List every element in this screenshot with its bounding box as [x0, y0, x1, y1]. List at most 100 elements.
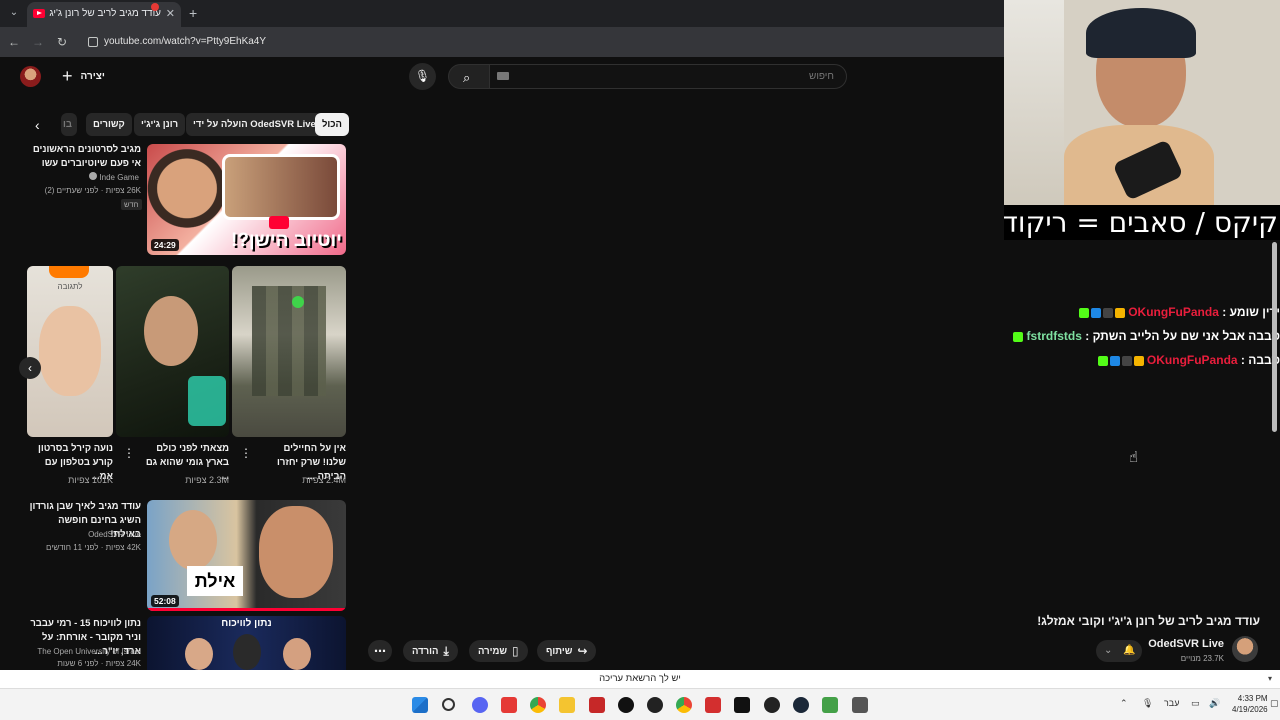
account-avatar[interactable] [20, 66, 41, 87]
youtube-logo-icon [269, 216, 289, 229]
back-arrow-icon[interactable]: ← [6, 34, 22, 50]
related-video-channel[interactable]: Inde Game [25, 171, 139, 184]
search-icon: ⌕ [463, 70, 471, 85]
save-label: שמירה [478, 645, 508, 657]
url-text[interactable]: youtube.com/watch?v=Ptty9EhKa4Y [104, 36, 266, 47]
taskbar-clock[interactable]: 4:33 PM 4/19/2026 [1232, 693, 1268, 715]
chrome-profile-icon[interactable] [676, 697, 692, 713]
short-menu-kebab-icon[interactable]: ⋮ [240, 446, 252, 460]
short-face [39, 306, 101, 396]
plus-icon: + [62, 66, 73, 86]
share-button[interactable]: ↪ שיתוף [537, 640, 597, 662]
related-video-meta: 24K צפיות · לפני 6 שעות [57, 659, 141, 668]
close-tab-icon[interactable]: ✕ [166, 7, 175, 20]
search-input[interactable] [489, 64, 847, 89]
browser-tab-strip: ⌄ עודד מגיב לריב של רונן ג'יג'י וקובי ✕ … [0, 0, 1004, 27]
app-red-icon[interactable] [501, 697, 517, 713]
related-video-title[interactable]: מגיב לסרטונים הראשונים אי פעם שיוטיוברים… [25, 143, 141, 171]
discord-icon[interactable] [472, 697, 488, 713]
related-video-thumbnail[interactable]: נתון לוויכוח [147, 616, 346, 670]
short-overlay-label: לתגובה [57, 282, 83, 291]
short-thumbnail-1[interactable] [232, 266, 346, 437]
tag-badge-icon [1121, 355, 1132, 366]
app-green-icon[interactable] [822, 697, 838, 713]
tray-chevron-up-icon[interactable]: ⌃ [1120, 698, 1128, 709]
related-video-thumbnail[interactable]: אילת 52:08 [147, 500, 346, 611]
channel-name[interactable]: Inde Game [99, 173, 139, 182]
microphone-icon[interactable]: 🎙 [1142, 698, 1153, 709]
video-duration: 52:08 [151, 595, 179, 607]
keyboard-icon[interactable] [497, 72, 509, 80]
kick-badge-icon [1013, 331, 1024, 342]
chat-separator: : [1081, 329, 1090, 343]
chrome-icon[interactable] [530, 697, 546, 713]
channel-name[interactable]: OdedSVR Live [1148, 638, 1224, 650]
address-bar[interactable]: youtube.com/watch?v=Ptty9EhKa4Y [80, 31, 1000, 53]
chips-prev-chevron-icon[interactable]: ‹ [35, 117, 40, 133]
channel-avatar[interactable] [1232, 636, 1258, 662]
chip-partial[interactable]: בו [61, 113, 77, 136]
short-menu-kebab-icon[interactable]: ⋮ [123, 446, 135, 460]
chat-username: fstrdfstds [1026, 329, 1082, 343]
volume-icon[interactable]: 🔊 [1209, 698, 1220, 709]
webcam-wall [1004, 0, 1064, 205]
short-thumbnail-2[interactable] [116, 266, 229, 437]
scroll-down-arrow-icon[interactable]: ▾ [1268, 674, 1272, 683]
thumbnail-text: אילת [187, 566, 243, 596]
app-dark-red-icon[interactable] [589, 697, 605, 713]
save-button[interactable]: ▯ שמירה [469, 640, 528, 662]
subscriber-count: 23.7K מנויים [1180, 654, 1224, 663]
notifications-icon[interactable]: ▢ [1270, 698, 1279, 709]
create-button[interactable]: יצירה + [62, 66, 105, 86]
obs-icon[interactable] [647, 697, 663, 713]
notification-bell-button[interactable]: ⌄ 🔔 [1096, 640, 1142, 662]
app-a-icon[interactable] [705, 697, 721, 713]
clock-date: 4/19/2026 [1232, 705, 1268, 714]
download-button[interactable]: ⤓ הורדה [403, 640, 458, 662]
related-video-meta: 26K צפיות · לפני שעתיים (2) [44, 186, 141, 195]
crown-badge-icon [1133, 355, 1144, 366]
windows-start-icon[interactable] [412, 697, 428, 713]
video-player-area[interactable] [360, 100, 1004, 630]
short-views: 2.3M צפיות [185, 475, 229, 485]
new-tab-plus-icon[interactable]: + [189, 5, 197, 21]
network-icon[interactable]: ▭ [1191, 698, 1200, 709]
search-icon[interactable] [442, 698, 455, 711]
bell-icon: 🔔 [1123, 645, 1136, 656]
app-capcut-icon[interactable] [734, 697, 750, 713]
search-button[interactable]: ⌕ [448, 64, 490, 89]
related-video-channel[interactable]: OdedSVR Live [25, 528, 141, 541]
forward-arrow-icon[interactable]: → [30, 34, 46, 50]
short-views: 2.4M צפיות [302, 475, 346, 485]
thumbnail-face [169, 510, 217, 570]
app-monitor-icon[interactable] [852, 697, 868, 713]
youtube-favicon-icon [33, 9, 45, 18]
crown-badge-icon [1114, 307, 1125, 318]
thumbnail-face [233, 634, 261, 670]
app-g-icon[interactable] [618, 697, 634, 713]
short-thumbnail-3[interactable]: לתגובה [27, 266, 113, 437]
file-explorer-icon[interactable] [559, 697, 575, 713]
reload-icon[interactable]: ↻ [54, 34, 70, 50]
browser-toolbar: ← → ↻ youtube.com/watch?v=Ptty9EhKa4Y [0, 27, 1004, 57]
chat-separator: : [1237, 353, 1245, 367]
site-info-icon[interactable] [88, 37, 98, 47]
shorts-prev-chevron-icon[interactable]: ‹ [19, 357, 41, 379]
voice-search-mic-icon[interactable]: 🎙 [409, 63, 436, 90]
thumbnail-text: נתון לוויכוח [221, 618, 272, 629]
chip-all[interactable]: הכול [315, 113, 349, 136]
related-video-thumbnail[interactable]: יוטיוב הישן?! 24:29 [147, 144, 346, 255]
stream-chat: ירין שומע : OKungFuPanda סבבה אבל אני שם… [1010, 302, 1280, 374]
chip-related[interactable]: קשורים [86, 113, 132, 136]
steam-icon[interactable] [793, 697, 809, 713]
chip-ronen-gigi[interactable]: רונן ג'יג'י [134, 113, 186, 136]
webcam-cap [1086, 8, 1196, 58]
more-actions-button[interactable]: ⋯ [368, 640, 392, 662]
tag-badge-icon [1102, 307, 1113, 318]
chip-uploaded-by[interactable]: הועלה על ידי OdedSVR Live [186, 113, 323, 136]
tab-search-chevron-icon[interactable]: ⌄ [6, 5, 22, 21]
browser-tab[interactable]: עודד מגיב לריב של רונן ג'יג'י וקובי ✕ [27, 2, 181, 27]
input-language[interactable]: עבר [1164, 698, 1179, 708]
page-scrollbar-thumb[interactable] [1272, 242, 1277, 432]
app-dark-icon[interactable] [764, 697, 780, 713]
